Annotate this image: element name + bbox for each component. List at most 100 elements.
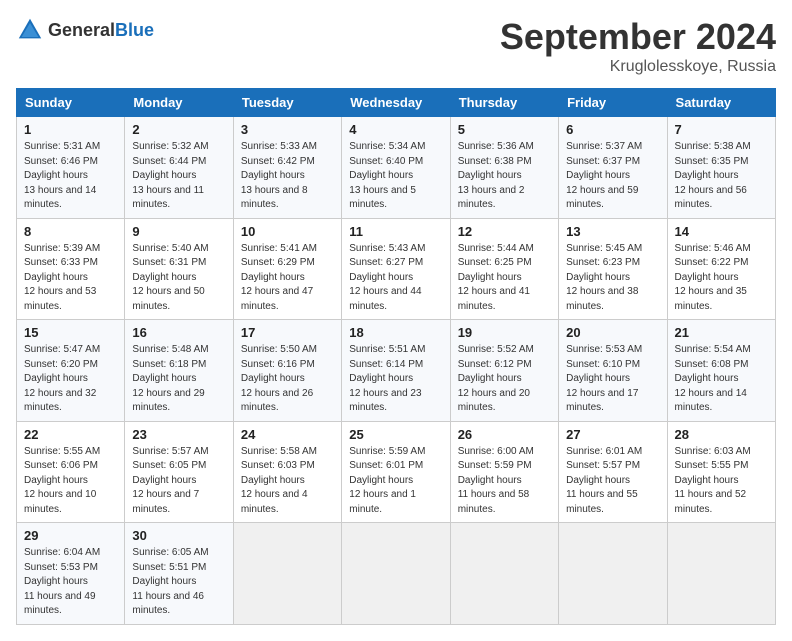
calendar-body: 1 Sunrise: 5:31 AMSunset: 6:46 PMDayligh…: [17, 117, 776, 625]
calendar-week-1: 1 Sunrise: 5:31 AMSunset: 6:46 PMDayligh…: [17, 117, 776, 219]
calendar-cell: 4 Sunrise: 5:34 AMSunset: 6:40 PMDayligh…: [342, 117, 450, 219]
calendar-cell: 10 Sunrise: 5:41 AMSunset: 6:29 PMDaylig…: [233, 218, 341, 320]
calendar-cell: 20 Sunrise: 5:53 AMSunset: 6:10 PMDaylig…: [559, 320, 667, 422]
col-tuesday: Tuesday: [233, 89, 341, 117]
cell-content: Sunrise: 5:39 AMSunset: 6:33 PMDaylight …: [24, 243, 100, 312]
cell-content: Sunrise: 5:43 AMSunset: 6:27 PMDaylight …: [349, 243, 425, 312]
cell-content: Sunrise: 5:55 AMSunset: 6:06 PMDaylight …: [24, 446, 100, 515]
day-number: 4: [349, 122, 442, 137]
calendar-cell: 6 Sunrise: 5:37 AMSunset: 6:37 PMDayligh…: [559, 117, 667, 219]
cell-content: Sunrise: 5:54 AMSunset: 6:08 PMDaylight …: [675, 344, 751, 413]
day-number: 26: [458, 427, 551, 442]
cell-content: Sunrise: 5:40 AMSunset: 6:31 PMDaylight …: [132, 243, 208, 312]
cell-content: Sunrise: 6:01 AMSunset: 5:57 PMDaylight …: [566, 446, 642, 515]
day-number: 8: [24, 224, 117, 239]
logo: GeneralBlue: [16, 16, 154, 44]
cell-content: Sunrise: 6:04 AMSunset: 5:53 PMDaylight …: [24, 547, 100, 616]
day-number: 20: [566, 325, 659, 340]
day-number: 30: [132, 528, 225, 543]
cell-content: Sunrise: 5:59 AMSunset: 6:01 PMDaylight …: [349, 446, 425, 515]
day-number: 17: [241, 325, 334, 340]
cell-content: Sunrise: 5:33 AMSunset: 6:42 PMDaylight …: [241, 141, 317, 210]
day-number: 6: [566, 122, 659, 137]
calendar-table: Sunday Monday Tuesday Wednesday Thursday…: [16, 88, 776, 625]
calendar-cell: 25 Sunrise: 5:59 AMSunset: 6:01 PMDaylig…: [342, 421, 450, 523]
calendar-cell: [667, 523, 775, 625]
calendar-week-2: 8 Sunrise: 5:39 AMSunset: 6:33 PMDayligh…: [17, 218, 776, 320]
day-number: 25: [349, 427, 442, 442]
logo-icon: [16, 16, 44, 44]
day-number: 22: [24, 427, 117, 442]
page-header: GeneralBlue September 2024 Kruglolesskoy…: [16, 16, 776, 76]
day-number: 13: [566, 224, 659, 239]
calendar-week-4: 22 Sunrise: 5:55 AMSunset: 6:06 PMDaylig…: [17, 421, 776, 523]
day-number: 19: [458, 325, 551, 340]
calendar-week-3: 15 Sunrise: 5:47 AMSunset: 6:20 PMDaylig…: [17, 320, 776, 422]
cell-content: Sunrise: 5:51 AMSunset: 6:14 PMDaylight …: [349, 344, 425, 413]
calendar-cell: 8 Sunrise: 5:39 AMSunset: 6:33 PMDayligh…: [17, 218, 125, 320]
calendar-cell: 7 Sunrise: 5:38 AMSunset: 6:35 PMDayligh…: [667, 117, 775, 219]
col-sunday: Sunday: [17, 89, 125, 117]
cell-content: Sunrise: 5:53 AMSunset: 6:10 PMDaylight …: [566, 344, 642, 413]
day-number: 1: [24, 122, 117, 137]
calendar-cell: 13 Sunrise: 5:45 AMSunset: 6:23 PMDaylig…: [559, 218, 667, 320]
col-thursday: Thursday: [450, 89, 558, 117]
day-number: 24: [241, 427, 334, 442]
cell-content: Sunrise: 5:38 AMSunset: 6:35 PMDaylight …: [675, 141, 751, 210]
cell-content: Sunrise: 6:03 AMSunset: 5:55 PMDaylight …: [675, 446, 751, 515]
cell-content: Sunrise: 5:46 AMSunset: 6:22 PMDaylight …: [675, 243, 751, 312]
location-title: Kruglolesskoye, Russia: [500, 58, 776, 76]
calendar-cell: 26 Sunrise: 6:00 AMSunset: 5:59 PMDaylig…: [450, 421, 558, 523]
cell-content: Sunrise: 5:41 AMSunset: 6:29 PMDaylight …: [241, 243, 317, 312]
cell-content: Sunrise: 5:34 AMSunset: 6:40 PMDaylight …: [349, 141, 425, 210]
calendar-cell: [450, 523, 558, 625]
day-number: 5: [458, 122, 551, 137]
calendar-cell: 22 Sunrise: 5:55 AMSunset: 6:06 PMDaylig…: [17, 421, 125, 523]
calendar-cell: 3 Sunrise: 5:33 AMSunset: 6:42 PMDayligh…: [233, 117, 341, 219]
day-number: 14: [675, 224, 768, 239]
calendar-cell: 17 Sunrise: 5:50 AMSunset: 6:16 PMDaylig…: [233, 320, 341, 422]
day-number: 2: [132, 122, 225, 137]
calendar-cell: 27 Sunrise: 6:01 AMSunset: 5:57 PMDaylig…: [559, 421, 667, 523]
cell-content: Sunrise: 5:57 AMSunset: 6:05 PMDaylight …: [132, 446, 208, 515]
cell-content: Sunrise: 5:31 AMSunset: 6:46 PMDaylight …: [24, 141, 100, 210]
calendar-cell: 9 Sunrise: 5:40 AMSunset: 6:31 PMDayligh…: [125, 218, 233, 320]
calendar-cell: 29 Sunrise: 6:04 AMSunset: 5:53 PMDaylig…: [17, 523, 125, 625]
logo-general-text: GeneralBlue: [48, 20, 154, 41]
calendar-cell: 2 Sunrise: 5:32 AMSunset: 6:44 PMDayligh…: [125, 117, 233, 219]
calendar-week-5: 29 Sunrise: 6:04 AMSunset: 5:53 PMDaylig…: [17, 523, 776, 625]
calendar-cell: 30 Sunrise: 6:05 AMSunset: 5:51 PMDaylig…: [125, 523, 233, 625]
calendar-cell: 15 Sunrise: 5:47 AMSunset: 6:20 PMDaylig…: [17, 320, 125, 422]
col-friday: Friday: [559, 89, 667, 117]
cell-content: Sunrise: 5:50 AMSunset: 6:16 PMDaylight …: [241, 344, 317, 413]
cell-content: Sunrise: 5:45 AMSunset: 6:23 PMDaylight …: [566, 243, 642, 312]
cell-content: Sunrise: 6:00 AMSunset: 5:59 PMDaylight …: [458, 446, 534, 515]
day-number: 3: [241, 122, 334, 137]
month-title: September 2024: [500, 16, 776, 58]
calendar-cell: 24 Sunrise: 5:58 AMSunset: 6:03 PMDaylig…: [233, 421, 341, 523]
day-number: 23: [132, 427, 225, 442]
title-block: September 2024 Kruglolesskoye, Russia: [500, 16, 776, 76]
day-number: 27: [566, 427, 659, 442]
calendar-cell: 28 Sunrise: 6:03 AMSunset: 5:55 PMDaylig…: [667, 421, 775, 523]
col-wednesday: Wednesday: [342, 89, 450, 117]
calendar-cell: 11 Sunrise: 5:43 AMSunset: 6:27 PMDaylig…: [342, 218, 450, 320]
calendar-cell: 21 Sunrise: 5:54 AMSunset: 6:08 PMDaylig…: [667, 320, 775, 422]
calendar-cell: 19 Sunrise: 5:52 AMSunset: 6:12 PMDaylig…: [450, 320, 558, 422]
calendar-cell: 12 Sunrise: 5:44 AMSunset: 6:25 PMDaylig…: [450, 218, 558, 320]
cell-content: Sunrise: 5:47 AMSunset: 6:20 PMDaylight …: [24, 344, 100, 413]
col-monday: Monday: [125, 89, 233, 117]
day-number: 18: [349, 325, 442, 340]
cell-content: Sunrise: 5:48 AMSunset: 6:18 PMDaylight …: [132, 344, 208, 413]
day-number: 21: [675, 325, 768, 340]
cell-content: Sunrise: 5:52 AMSunset: 6:12 PMDaylight …: [458, 344, 534, 413]
cell-content: Sunrise: 5:32 AMSunset: 6:44 PMDaylight …: [132, 141, 208, 210]
calendar-cell: 1 Sunrise: 5:31 AMSunset: 6:46 PMDayligh…: [17, 117, 125, 219]
cell-content: Sunrise: 5:37 AMSunset: 6:37 PMDaylight …: [566, 141, 642, 210]
day-number: 16: [132, 325, 225, 340]
day-number: 10: [241, 224, 334, 239]
col-saturday: Saturday: [667, 89, 775, 117]
calendar-cell: [233, 523, 341, 625]
cell-content: Sunrise: 5:44 AMSunset: 6:25 PMDaylight …: [458, 243, 534, 312]
day-number: 15: [24, 325, 117, 340]
